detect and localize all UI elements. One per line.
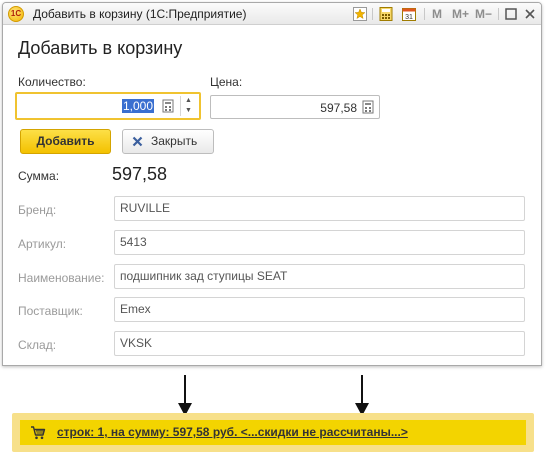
favorites-star-icon[interactable]: [352, 6, 368, 22]
brand-label: Бренд:: [18, 203, 57, 217]
sum-value: 597,58: [112, 164, 168, 184]
price-value[interactable]: 597,58: [320, 101, 357, 115]
close-x-icon: [132, 136, 143, 147]
price-label: Цена:: [210, 75, 243, 89]
cart-icon[interactable]: [30, 425, 46, 440]
article-field[interactable]: 5413: [114, 230, 525, 255]
cart-status-panel: строк: 1, на сумму: 597,58 руб. <...скид…: [20, 420, 526, 445]
cart-status-bar: строк: 1, на сумму: 597,58 руб. <...скид…: [12, 413, 534, 452]
supplier-field[interactable]: Emex: [114, 297, 525, 322]
quantity-value[interactable]: 1,000: [121, 99, 154, 113]
price-calculator-icon[interactable]: [361, 100, 375, 114]
close-icon[interactable]: [522, 6, 538, 22]
price-input[interactable]: 597,58: [210, 95, 380, 119]
quantity-label: Количество:: [18, 75, 86, 89]
name-label: Наименование:: [18, 271, 105, 285]
quantity-calculator-icon[interactable]: [161, 99, 175, 113]
maximize-icon[interactable]: [503, 6, 519, 22]
add-button[interactable]: Добавить: [20, 129, 111, 154]
stepper-up-icon[interactable]: ▲: [181, 96, 196, 106]
add-to-cart-window: 1С Добавить в корзину (1С:Предприятие) 3…: [2, 2, 542, 366]
1c-logo-icon: 1С: [8, 6, 24, 22]
down-arrow-right: [355, 375, 369, 416]
sum-label: Сумма:: [18, 169, 60, 183]
name-field[interactable]: подшипник зад ступицы SEAT: [114, 264, 525, 289]
cart-summary-link[interactable]: строк: 1, на сумму: 597,58 руб. <...скид…: [57, 425, 408, 439]
calculator-icon[interactable]: [378, 6, 394, 22]
warehouse-label: Склад:: [18, 338, 57, 352]
down-arrow-left: [178, 375, 192, 416]
stepper-down-icon[interactable]: ▼: [181, 106, 196, 116]
close-button[interactable]: Закрыть: [122, 129, 214, 154]
memory-minus-button[interactable]: M−: [475, 7, 492, 21]
form-title: Добавить в корзину: [18, 38, 183, 58]
memory-plus-button[interactable]: M+: [452, 7, 469, 21]
svg-text:31: 31: [405, 14, 413, 21]
memory-button[interactable]: M: [432, 7, 442, 21]
article-label: Артикул:: [18, 237, 67, 251]
warehouse-field[interactable]: VKSK: [114, 331, 525, 356]
quantity-input[interactable]: 1,000 ▲ ▼: [15, 92, 201, 120]
title-bar: 1С Добавить в корзину (1С:Предприятие) 3…: [3, 3, 541, 25]
calendar-icon[interactable]: 31: [401, 6, 417, 22]
supplier-label: Поставщик:: [18, 304, 83, 318]
brand-field[interactable]: RUVILLE: [114, 196, 525, 221]
window-title: Добавить в корзину (1С:Предприятие): [33, 7, 247, 21]
quantity-stepper[interactable]: ▲ ▼: [180, 96, 196, 116]
close-button-label: Закрыть: [151, 134, 198, 148]
